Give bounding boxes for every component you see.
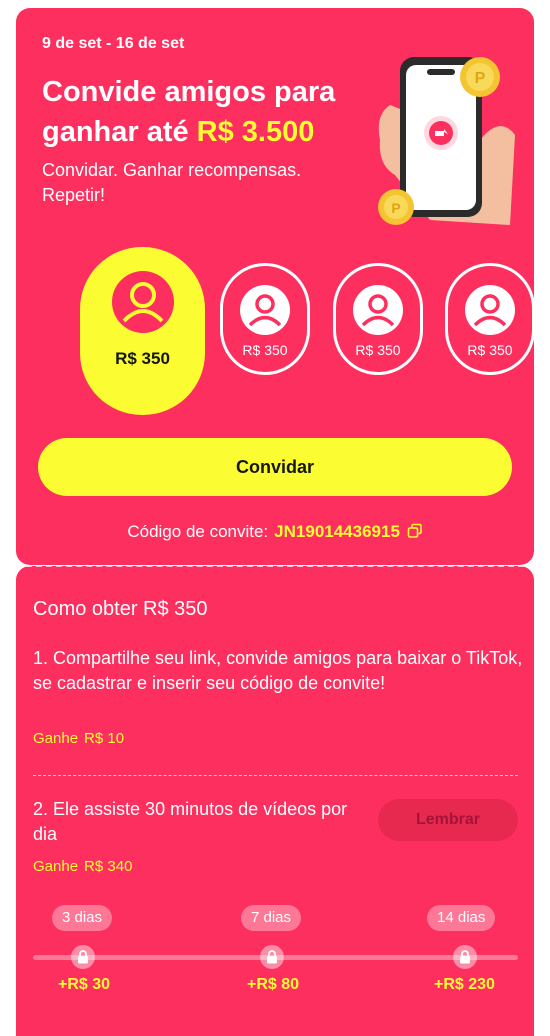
svg-text:P: P [475, 70, 486, 87]
slot-label: R$ 350 [467, 342, 513, 358]
person-avatar-icon [353, 285, 403, 335]
date-range: 9 de set - 16 de set [42, 35, 185, 52]
invite-code-label: Código de convite: [127, 522, 269, 541]
milestone-days: 7 dias [241, 905, 302, 931]
slot-label: R$ 350 [115, 349, 170, 368]
person-avatar-icon [111, 271, 174, 333]
milestone-reward: +R$ 80 [247, 976, 300, 993]
milestone-node [71, 945, 95, 969]
copy-icon[interactable] [407, 523, 423, 539]
how-to-title: Como obter R$ 350 [33, 598, 208, 620]
phone-hand-illustration: P P [378, 57, 515, 225]
step-1-earn: Ganhe R$ 10 [33, 730, 124, 747]
dashed-divider [33, 775, 518, 776]
step-1-text: 1. Compartilhe seu link, convide amigos … [33, 648, 523, 693]
reward-slot-locked[interactable]: R$ 350 [445, 263, 535, 375]
person-avatar-icon [465, 285, 515, 335]
earn-label: Ganhe [33, 858, 79, 875]
invite-button[interactable]: Convidar [38, 438, 512, 496]
title-line1: Convide amigos para [42, 76, 336, 108]
milestone-reward: +R$ 230 [434, 976, 495, 993]
milestone-node [260, 945, 284, 969]
milestone-days: 14 dias [427, 905, 496, 931]
lock-icon [460, 950, 470, 964]
earn-label: Ganhe [33, 730, 79, 747]
page-title: Convide amigos para ganhar até R$ 3.500 [42, 72, 382, 152]
invite-code-value[interactable]: JN19014436915 [274, 522, 400, 541]
earn-value: R$ 10 [84, 730, 125, 747]
milestone-days: 3 dias [52, 905, 113, 931]
step-2-earn: Ganhe R$ 340 [33, 858, 132, 875]
step-2-text: 2. Ele assiste 30 minutos de vídeos por … [33, 799, 348, 844]
invite-code-row: Código de convite: JN19014436915 [0, 522, 550, 542]
milestone-reward: +R$ 30 [58, 976, 111, 993]
slot-label: R$ 350 [355, 342, 401, 358]
svg-text:P: P [391, 200, 400, 216]
lock-icon [78, 950, 88, 964]
person-avatar-icon [240, 285, 290, 335]
title-line2: ganhar até [42, 116, 189, 148]
title-amount: R$ 3.500 [196, 116, 315, 148]
milestone-node [453, 945, 477, 969]
earn-value: R$ 340 [84, 858, 133, 875]
lock-icon [267, 950, 277, 964]
dashed-separator [16, 565, 534, 567]
reward-slot-locked[interactable]: R$ 350 [333, 263, 423, 375]
reward-slot-active[interactable]: R$ 350 [80, 247, 205, 415]
remind-button[interactable]: Lembrar [378, 799, 518, 841]
slot-label: R$ 350 [242, 342, 288, 358]
reward-slot-locked[interactable]: R$ 350 [220, 263, 310, 375]
subtitle: Convidar. Ganhar recompensas. Repetir! [42, 160, 302, 205]
